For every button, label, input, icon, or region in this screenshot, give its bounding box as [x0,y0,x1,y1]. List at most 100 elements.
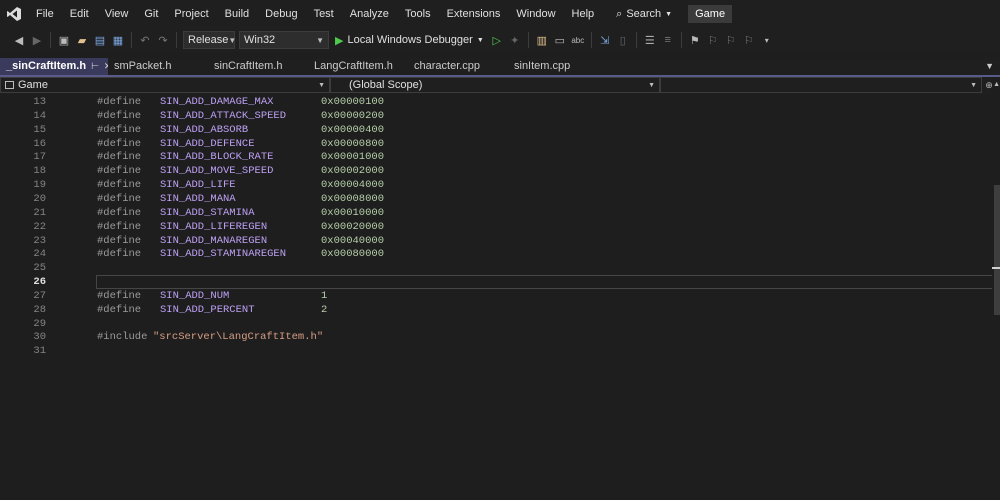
code-editor[interactable]: 13 #define SIN_ADD_DAMAGE_MAX 0x00000100 14 #… [0,94,993,500]
navigate-forward-icon[interactable]: ▶ [28,31,46,49]
tab-sincraftitem[interactable]: sinCraftItem.h [208,58,308,75]
preprocessor-keyword: #define [97,137,142,150]
tab-sinitem[interactable]: sinItem.cpp [508,58,608,75]
tab-overflow-icon[interactable]: ▼ [985,58,994,75]
macro-name: SIN_ADD_STAMINAREGEN [160,248,287,261]
macro-value: 0x00000100 [321,96,385,108]
chevron-down-icon: ▼ [970,81,977,89]
menu-extensions[interactable]: Extensions [439,0,509,28]
open-file-icon[interactable]: ▰ [73,31,91,49]
configuration-select[interactable]: Release ▼ [183,31,236,49]
menu-file[interactable]: File [28,0,62,28]
file-compare-icon[interactable]: ▯ [614,31,632,49]
line-number: 28 [33,303,46,316]
toolbar-overflow-icon[interactable]: ▾ [758,31,776,49]
code-line: 22 #define SIN_ADD_LIFEREGEN 0x00020000 [0,220,990,234]
menu-view[interactable]: View [97,0,137,28]
line-number: 31 [33,345,46,358]
tab-label: LangCraftItem.h [314,60,393,72]
bookmark-icon[interactable]: ⚑ [686,31,704,49]
code-line: 29 [0,317,990,331]
macro-name: SIN_ADD_PERCENT [160,303,255,316]
macro-name: SIN_ADD_LIFEREGEN [160,220,268,233]
spell-check-icon[interactable]: abc [569,31,587,49]
macro-value: 0x00020000 [321,220,385,233]
include-path-string: "srcServer\LangCraftItem.h" [153,331,324,344]
start-debugging-button[interactable]: ▶ Local Windows Debugger ▼ [331,34,488,47]
line-number: 22 [33,220,46,233]
comment-lines-icon[interactable]: ☰ [641,31,659,49]
new-project-icon[interactable]: ▣ [55,31,73,49]
uncomment-lines-icon[interactable]: ≡ [659,31,677,49]
line-number: 26 [33,276,46,289]
scrollbar-thumb[interactable] [994,185,1000,315]
macro-value: 0x00000200 [321,109,385,122]
code-line: 27 #define SIN_ADD_NUM 1 [0,289,990,303]
line-number: 13 [33,96,46,108]
code-line: 19 #define SIN_ADD_LIFE 0x00004000 [0,178,990,192]
menu-analyze[interactable]: Analyze [342,0,397,28]
preprocessor-keyword: #define [97,165,142,178]
macro-name: SIN_ADD_LIFE [160,179,236,192]
search-label: Search [626,8,662,20]
undo-icon[interactable]: ↶ [136,31,154,49]
pin-icon[interactable]: ⊢ [91,58,99,75]
tab-label: sinCraftItem.h [214,60,283,72]
menu-help[interactable]: Help [564,0,603,28]
solution-explorer-icon[interactable]: ▥ [533,31,551,49]
menu-debug[interactable]: Debug [257,0,305,28]
play-icon: ▶ [335,34,344,47]
clear-bookmarks-icon[interactable]: ⚐ [740,31,758,49]
previous-bookmark-icon[interactable]: ⚐ [704,31,722,49]
project-select[interactable]: Game ▼ [0,77,330,93]
redo-icon[interactable]: ↷ [154,31,172,49]
menu-window[interactable]: Window [508,0,563,28]
line-number: 20 [33,192,46,205]
chevron-down-icon: ▼ [665,10,673,18]
start-without-debugging-icon[interactable]: ▷ [488,31,506,49]
navigate-back-icon[interactable]: ◀ [10,31,28,49]
chevron-down-icon: ▼ [318,81,325,89]
tab-label: _sinCraftItem.h [6,60,87,72]
tab-character[interactable]: character.cpp [408,58,508,75]
menu-git[interactable]: Git [136,0,166,28]
member-select[interactable]: ▼ [660,77,982,93]
menu-bar: File Edit View Git Project Build Debug Test Anal… [0,0,1000,28]
scope-select[interactable]: (Global Scope) ▼ [330,77,660,93]
navigation-bar: Game ▼ (Global Scope) ▼ ▼ ⊕ [0,77,1000,94]
menu-project[interactable]: Project [166,0,216,28]
save-icon[interactable]: ▤ [91,31,109,49]
menu-tools[interactable]: Tools [397,0,439,28]
chevron-down-icon: ▼ [476,36,484,44]
scroll-up-icon[interactable]: ▲ [993,81,1000,88]
tab-sincraftitem-active[interactable]: _sinCraftItem.h ⊢ ✕ [0,58,108,75]
next-bookmark-icon[interactable]: ⚐ [722,31,740,49]
line-number: 17 [33,151,46,164]
menu-build[interactable]: Build [217,0,257,28]
window-layout-icon[interactable]: ▭ [551,31,569,49]
solution-name-badge[interactable]: Game [688,5,733,23]
scrollbar-caret-marker [992,267,1000,269]
macro-value: 0x00004000 [321,179,385,192]
save-all-icon[interactable]: ▦ [109,31,127,49]
tab-label: character.cpp [414,60,481,72]
platform-select[interactable]: Win32 ▼ [239,31,329,49]
tab-langcraftitem[interactable]: LangCraftItem.h [308,58,408,75]
scope-value: (Global Scope) [349,79,423,91]
search-box[interactable]: ⌕ Search ▼ [608,4,680,24]
separator [680,32,682,48]
hot-reload-icon[interactable]: ✦ [506,31,524,49]
line-number: 16 [33,137,46,150]
visual-studio-logo-icon[interactable] [0,0,28,28]
menu-edit[interactable]: Edit [62,0,97,28]
tab-smpacket[interactable]: smPacket.h [108,58,208,75]
step-icon[interactable]: ⇲ [596,31,614,49]
preprocessor-keyword: #define [97,109,142,122]
macro-value: 0x00002000 [321,165,385,178]
code-line: 26 [0,275,990,289]
line-number: 14 [33,109,46,122]
menu-test[interactable]: Test [306,0,342,28]
tab-label: sinItem.cpp [514,60,571,72]
macro-name: SIN_ADD_DAMAGE_MAX [160,96,274,108]
document-tab-bar: _sinCraftItem.h ⊢ ✕ smPacket.h sinCraftI… [0,58,1000,77]
